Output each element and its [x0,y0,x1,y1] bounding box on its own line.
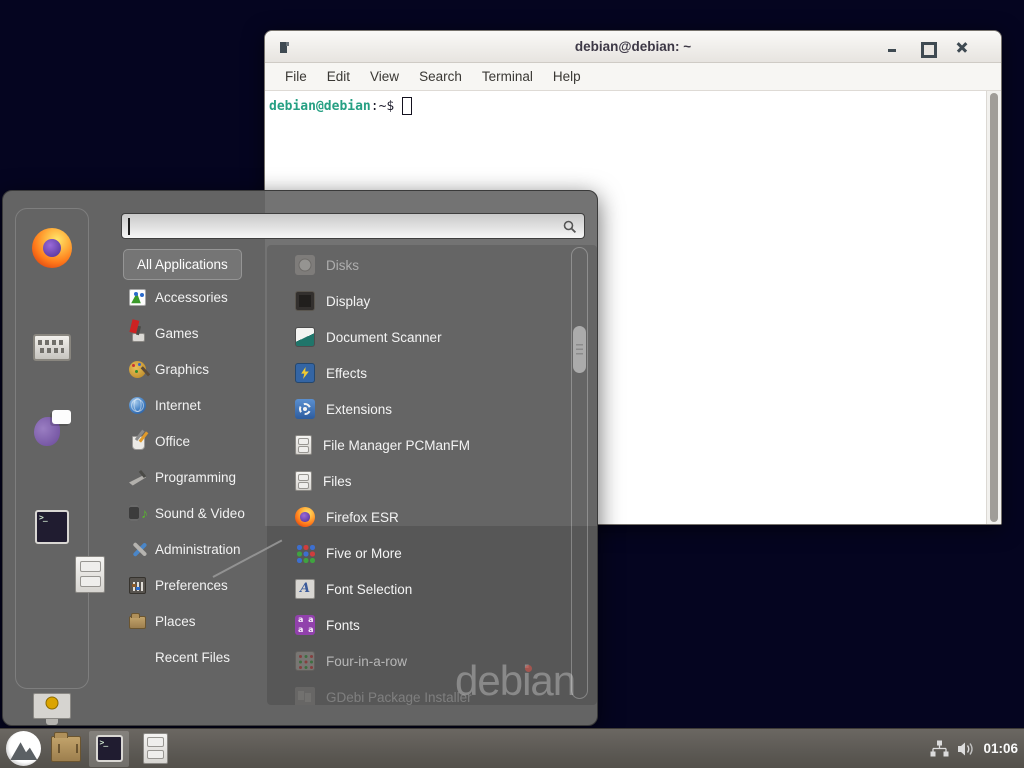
menu-button[interactable] [6,731,41,766]
terminal-icon[interactable] [35,510,69,544]
category-places[interactable]: Places [125,603,267,639]
gdebi-icon [295,687,315,705]
text-caret [128,218,130,235]
internet-globe-icon [129,397,146,414]
graphics-icon [129,361,146,378]
category-list: Accessories Games Graphics Internet Offi… [125,279,267,675]
preferences-icon [129,577,146,594]
effects-icon [295,363,315,383]
four-in-a-row-icon [295,651,315,671]
menu-view[interactable]: View [360,65,409,88]
keyboard-icon[interactable] [33,334,71,361]
app-file-manager-pcmanfm[interactable]: File Manager PCManFM [287,427,569,463]
app-list-scrollbar[interactable] [571,247,588,699]
app-display[interactable]: Display [287,283,569,319]
file-cabinet-icon[interactable] [75,556,105,593]
pidgin-icon[interactable] [33,408,71,446]
prompt-suffix: :~$ [371,99,394,114]
app-list-scrollbar-thumb[interactable] [573,326,586,373]
prompt-user-host: debian@debian [269,99,371,114]
desktop: debian@debian: ~ File Edit View Search T… [0,0,1024,768]
app-document-scanner[interactable]: Document Scanner [287,319,569,355]
close-button[interactable] [955,40,969,54]
document-scanner-icon [295,327,315,347]
category-accessories[interactable]: Accessories [125,279,267,315]
firefox-icon [295,507,315,527]
lock-screen-icon[interactable] [33,693,71,719]
category-office[interactable]: Office [125,423,267,459]
app-font-selection[interactable]: Font Selection [287,571,569,607]
application-menu: debian All Applications Accessories [2,190,598,726]
file-cabinet-icon [295,435,312,455]
menu-file[interactable]: File [275,65,317,88]
app-files[interactable]: Files [287,463,569,499]
app-extensions[interactable]: Extensions [287,391,569,427]
menu-help[interactable]: Help [543,65,591,88]
category-preferences[interactable]: Preferences [125,567,267,603]
system-tray: 01:06 [930,729,1024,768]
file-manager-folder-icon[interactable] [51,736,81,762]
terminal-window-icon [280,42,287,53]
menu-search[interactable]: Search [409,65,472,88]
app-disks[interactable]: Disks [287,247,569,283]
taskbar-launchers [0,729,168,768]
fonts-icon [295,615,315,635]
app-four-in-a-row[interactable]: Four-in-a-row [287,643,569,679]
taskbar: 01:06 [0,728,1024,768]
terminal-titlebar[interactable]: debian@debian: ~ [265,31,1001,63]
disks-icon [295,255,315,275]
menu-edit[interactable]: Edit [317,65,360,88]
games-icon [129,325,146,342]
menu-search-field[interactable] [121,213,585,239]
sound-video-icon [129,505,146,522]
terminal-scrollbar[interactable] [986,91,1001,524]
menu-terminal[interactable]: Terminal [472,65,543,88]
application-list: Disks Display Document Scanner Effects E… [287,247,569,705]
file-cabinet-icon [295,471,312,491]
category-administration[interactable]: Administration [125,531,267,567]
places-folder-icon [129,616,146,629]
five-or-more-dots-icon [295,543,315,563]
category-programming[interactable]: Programming [125,459,267,495]
window-title: debian@debian: ~ [575,39,691,54]
terminal-cursor [402,97,412,115]
category-graphics[interactable]: Graphics [125,351,267,387]
network-icon[interactable] [930,740,949,757]
category-sound-video[interactable]: Sound & Video [125,495,267,531]
shell-prompt: debian@debian:~$ [269,97,412,115]
administration-tools-icon [129,541,146,558]
app-five-or-more[interactable]: Five or More [287,535,569,571]
category-internet[interactable]: Internet [125,387,267,423]
programming-icon [129,469,146,486]
favorites-sidebar [15,208,89,689]
font-selection-icon [295,579,315,599]
minimize-button[interactable] [885,40,899,54]
terminal-menubar: File Edit View Search Terminal Help [265,63,1001,91]
category-games[interactable]: Games [125,315,267,351]
app-gdebi-package-installer[interactable]: GDebi Package Installer [287,679,569,705]
file-cabinet-icon[interactable] [143,733,168,764]
search-icon [563,220,577,234]
app-effects[interactable]: Effects [287,355,569,391]
app-firefox-esr[interactable]: Firefox ESR [287,499,569,535]
terminal-scrollbar-thumb[interactable] [990,93,998,522]
office-icon [129,433,146,450]
all-applications-button[interactable]: All Applications [123,249,242,280]
volume-icon[interactable] [957,741,975,757]
terminal-task-button[interactable] [89,731,129,767]
app-fonts[interactable]: Fonts [287,607,569,643]
category-recent-files[interactable]: Recent Files [125,639,267,675]
clock[interactable]: 01:06 [983,741,1018,756]
maximize-button[interactable] [919,40,933,54]
extensions-gear-icon [295,399,315,419]
accessories-icon [129,289,146,306]
firefox-icon[interactable] [32,228,72,268]
terminal-icon [96,735,123,762]
display-icon [295,291,315,311]
